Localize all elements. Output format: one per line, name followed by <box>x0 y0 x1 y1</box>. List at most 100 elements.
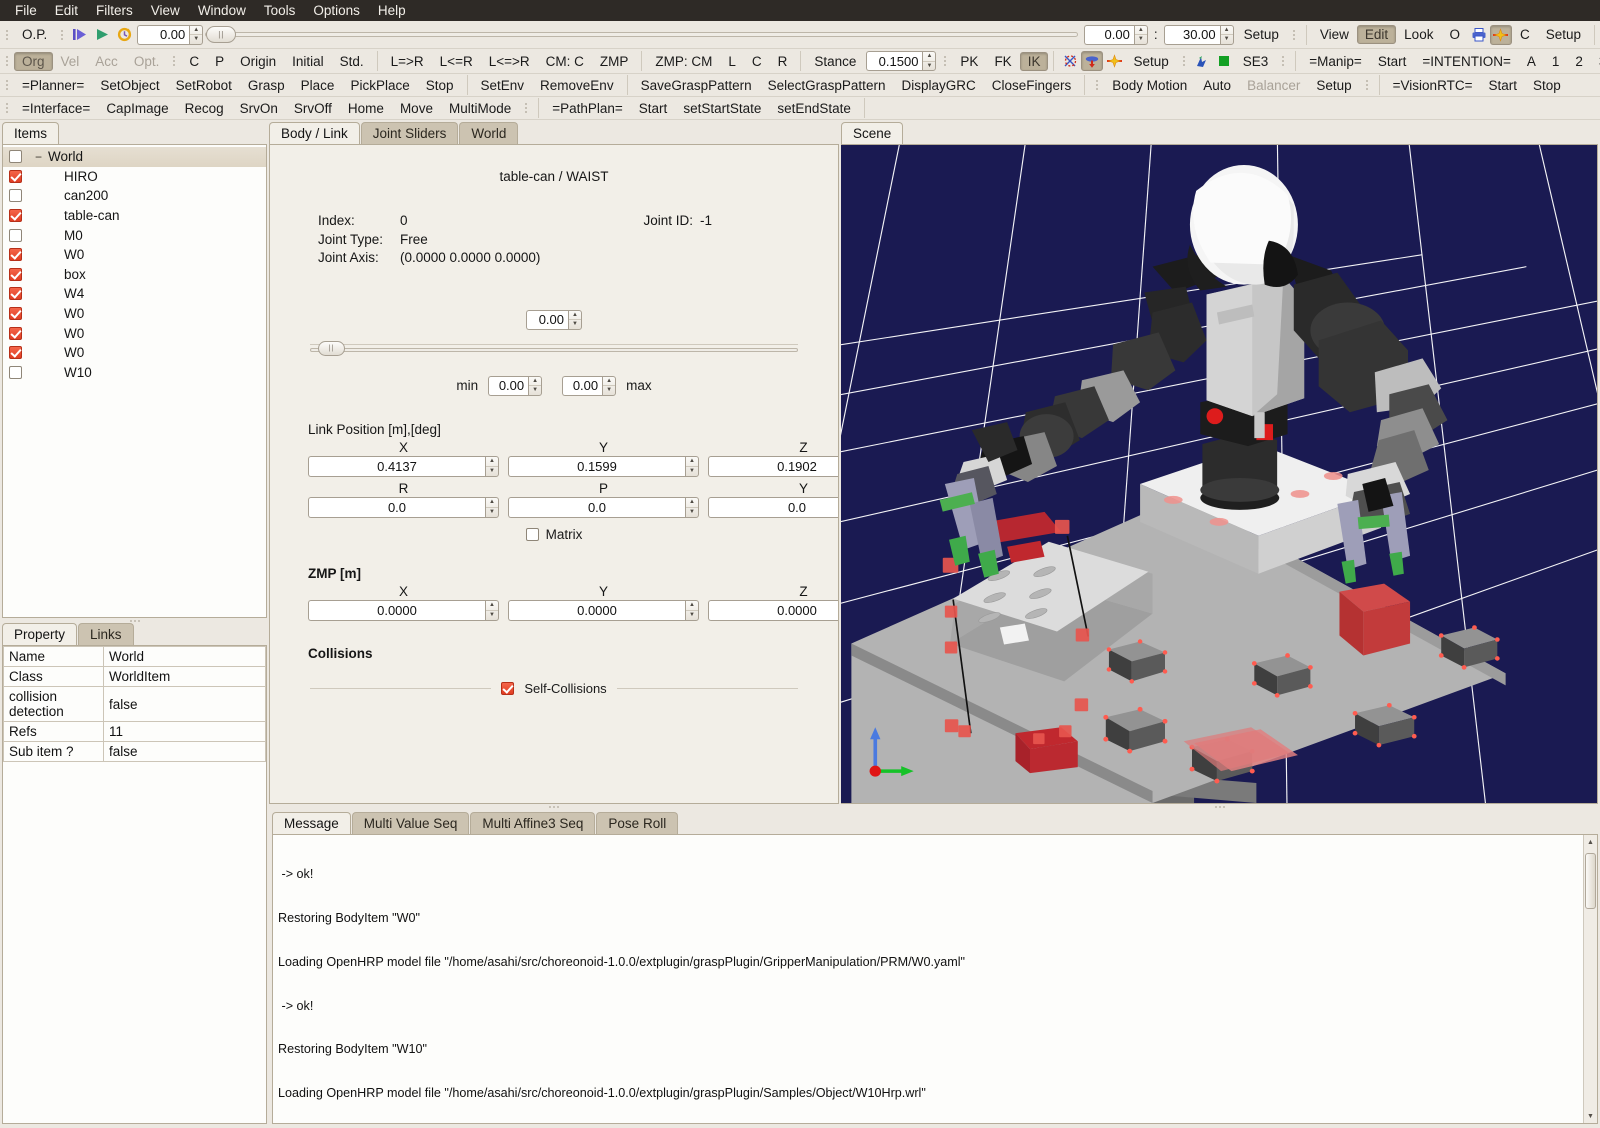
ik-button[interactable]: IK <box>1020 52 1049 71</box>
toolbar-grip-icon[interactable] <box>3 76 11 94</box>
std-button[interactable]: Std. <box>332 52 372 71</box>
message-scrollbar[interactable]: ▲ ▼ <box>1583 835 1597 1123</box>
snap-down-icon[interactable] <box>1081 51 1103 71</box>
rpy-p-arrows[interactable]: ▲▼ <box>685 497 699 518</box>
printer-icon[interactable] <box>1468 25 1490 45</box>
rpy-r-spinbox[interactable]: ▲▼ <box>308 497 499 518</box>
checkbox-world[interactable] <box>9 150 22 163</box>
table-row[interactable]: Refs 11 <box>4 722 266 742</box>
toolbar-grip-icon[interactable] <box>170 52 178 70</box>
remove-env-button[interactable]: RemoveEnv <box>532 76 622 95</box>
axes-rotate-icon[interactable] <box>1059 51 1081 71</box>
stance-input[interactable] <box>866 51 922 71</box>
vel-button[interactable]: Vel <box>53 52 88 71</box>
property-value[interactable]: false <box>104 687 266 722</box>
joint-max-spinbox[interactable]: ▲▼ <box>562 376 616 396</box>
joint-value-spinbox[interactable]: ▲▼ <box>526 310 582 330</box>
tree-row-can200[interactable]: can200 <box>3 186 266 206</box>
balancer-button[interactable]: Balancer <box>1239 76 1308 95</box>
checkbox-w0-a[interactable] <box>9 248 22 261</box>
srv-on-button[interactable]: SrvOn <box>232 99 286 118</box>
property-value[interactable]: false <box>104 742 266 762</box>
tree-row-w0-c[interactable]: W0 <box>3 323 266 343</box>
linkpos-x-input[interactable] <box>308 456 485 477</box>
menu-window[interactable]: Window <box>189 2 255 19</box>
table-row[interactable]: collisiondetection false <box>4 687 266 722</box>
c-button[interactable]: C <box>181 52 207 71</box>
scene-panel[interactable] <box>841 144 1598 804</box>
tab-scene[interactable]: Scene <box>841 122 903 144</box>
grasp-button[interactable]: Grasp <box>240 76 293 95</box>
planner-stop-button[interactable]: Stop <box>418 76 462 95</box>
zmp-x-arrows[interactable]: ▲▼ <box>485 600 499 621</box>
refresh-icon[interactable] <box>113 25 135 45</box>
scene-c-button[interactable]: C <box>1512 25 1538 44</box>
scene-look-button[interactable]: Look <box>1396 25 1441 44</box>
table-row[interactable]: Class WorldItem <box>4 667 266 687</box>
set-end-state-button[interactable]: setEndState <box>769 99 859 118</box>
set-robot-button[interactable]: SetRobot <box>168 76 240 95</box>
range-end-spinbox[interactable]: ▲▼ <box>1164 25 1234 45</box>
checkbox-w0-d[interactable] <box>9 346 22 359</box>
right-splitter[interactable] <box>841 804 1598 809</box>
initial-button[interactable]: Initial <box>284 52 332 71</box>
rpy-y-input[interactable] <box>708 497 838 518</box>
zmp-c-button[interactable]: C <box>744 52 770 71</box>
checkbox-box[interactable] <box>9 268 22 281</box>
joint-slider-track[interactable] <box>310 348 798 352</box>
self-collisions-row[interactable]: Self-Collisions <box>310 681 798 696</box>
playback-setup-button[interactable]: Setup <box>1236 25 1287 44</box>
tab-message[interactable]: Message <box>272 812 351 834</box>
toolbar-grip-icon[interactable] <box>3 52 11 70</box>
range-end-input[interactable] <box>1164 25 1220 45</box>
toolbar-grip-icon[interactable] <box>522 99 530 117</box>
set-object-button[interactable]: SetObject <box>92 76 167 95</box>
range-start-arrows[interactable]: ▲▼ <box>1134 25 1148 45</box>
zmp-x-spinbox[interactable]: ▲▼ <box>308 600 499 621</box>
zmp-cm-button[interactable]: ZMP: CM <box>647 52 720 71</box>
l-to-r-button[interactable]: L=>R <box>383 52 432 71</box>
scene-setup-button[interactable]: Setup <box>1538 25 1589 44</box>
matrix-checkbox-row[interactable]: Matrix <box>288 527 820 542</box>
menu-tools[interactable]: Tools <box>255 2 305 19</box>
tab-body-link[interactable]: Body / Link <box>269 122 360 144</box>
range-end-arrows[interactable]: ▲▼ <box>1220 25 1234 45</box>
set-start-state-button[interactable]: setStartState <box>675 99 769 118</box>
toolbar-grip-icon[interactable] <box>3 99 11 117</box>
scroll-up-icon[interactable]: ▲ <box>1584 835 1597 849</box>
kinematics-setup-button[interactable]: Setup <box>1125 52 1176 71</box>
zmp-y-spinbox[interactable]: ▲▼ <box>508 600 699 621</box>
table-row[interactable]: Sub item ? false <box>4 742 266 762</box>
r-to-l-button[interactable]: L<=R <box>432 52 481 71</box>
linkpos-z-input[interactable] <box>708 456 838 477</box>
range-start-spinbox[interactable]: ▲▼ <box>1084 25 1148 45</box>
multi-mode-button[interactable]: MultiMode <box>441 99 519 118</box>
message-console[interactable]: -> ok! Restoring BodyItem "W0" Loading O… <box>273 835 1597 1123</box>
display-grc-button[interactable]: DisplayGRC <box>893 76 983 95</box>
tab-world[interactable]: World <box>459 122 518 144</box>
menu-file[interactable]: File <box>6 2 46 19</box>
select-grasp-pattern-button[interactable]: SelectGraspPattern <box>760 76 894 95</box>
linkpos-x-arrows[interactable]: ▲▼ <box>485 456 499 477</box>
self-collisions-checkbox[interactable] <box>501 682 514 695</box>
tree-row-m0[interactable]: M0 <box>3 225 266 245</box>
joint-min-arrows[interactable]: ▲▼ <box>528 376 542 396</box>
time-slider-knob[interactable]: || <box>206 26 236 43</box>
linkpos-y-spinbox[interactable]: ▲▼ <box>508 456 699 477</box>
time-slider[interactable]: || <box>205 25 1078 45</box>
se3-button[interactable]: SE3 <box>1235 52 1277 71</box>
zmp-x-input[interactable] <box>308 600 485 621</box>
joint-min-input[interactable] <box>488 376 528 396</box>
acc-button[interactable]: Acc <box>87 52 126 71</box>
stance-arrows[interactable]: ▲▼ <box>922 51 936 71</box>
tab-items[interactable]: Items <box>2 122 59 144</box>
tab-multi-affine3-seq[interactable]: Multi Affine3 Seq <box>470 812 595 834</box>
visionrtc-start-button[interactable]: Start <box>1480 76 1525 95</box>
current-time-input[interactable] <box>137 25 189 45</box>
zmp-r-button[interactable]: R <box>770 52 796 71</box>
linkpos-y-input[interactable] <box>508 456 685 477</box>
linkpos-y-arrows[interactable]: ▲▼ <box>685 456 699 477</box>
place-button[interactable]: Place <box>293 76 343 95</box>
scene-o-button[interactable]: O <box>1441 25 1468 44</box>
toolbar-grip-icon[interactable] <box>1093 76 1101 94</box>
